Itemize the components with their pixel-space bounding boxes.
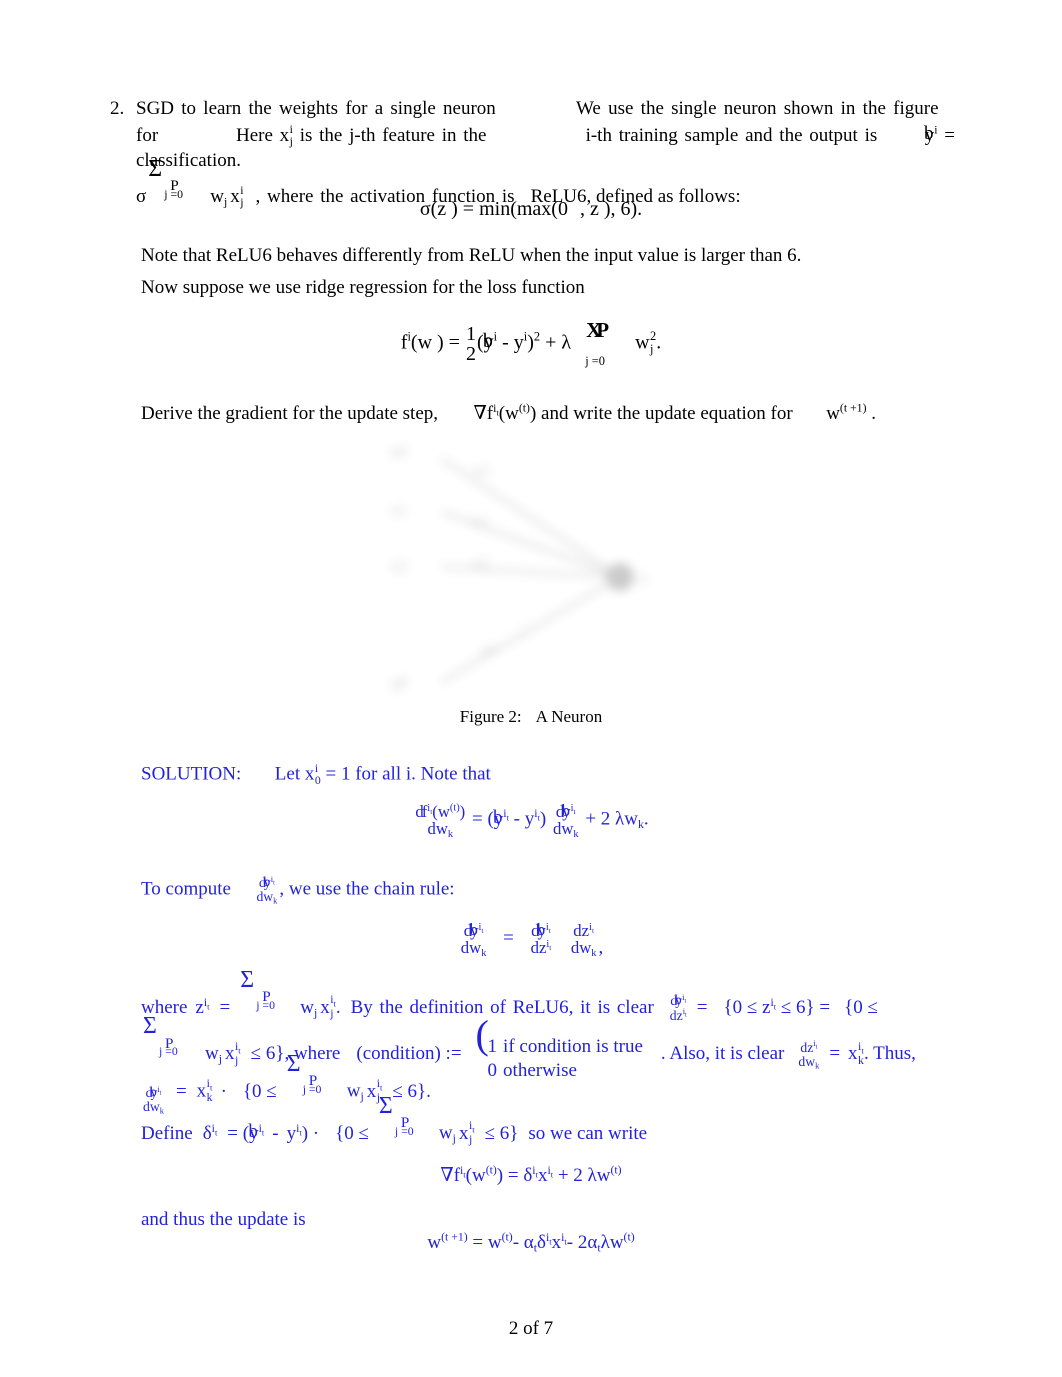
df-dwk-fraction: dfit(w(t)) dwk bbox=[415, 802, 466, 841]
derive-instruction: Derive the gradient for the update step,… bbox=[141, 401, 876, 424]
piecewise-cases: ( 1 if condition is true 0 otherwise bbox=[476, 1015, 649, 1084]
sum-operator-loss: XP j =0 bbox=[585, 318, 609, 368]
case-row-1: 1 if condition is true bbox=[487, 1036, 643, 1057]
equation-chain-rule: dy b it dwk = dy b it dzit dzit dwk , bbox=[460, 919, 604, 960]
one-half-fraction: 1 2 bbox=[465, 322, 476, 365]
sum-operator-z: Σ P j =0 bbox=[240, 967, 275, 1013]
figure-caption-text: A Neuron bbox=[535, 707, 603, 726]
dyhat-dz-fraction: dy b it dzit bbox=[530, 919, 552, 958]
problem-line-2: for classification. Here xij is the j-th… bbox=[136, 123, 955, 171]
equation-sigma-definition: σ(z ) = min(max(0, z ), 6). bbox=[419, 198, 643, 220]
figure-caption-label: Figure 2: bbox=[459, 707, 522, 726]
dyhat-dwk-fraction-eq1: dy b it dwk bbox=[552, 800, 579, 841]
x-sub-sup-1: ij bbox=[289, 123, 293, 149]
y-hat-output: yb bbox=[924, 123, 935, 146]
equation-update-final: w(t +1) = w(t)- αtδitxit- 2αtλw(t) bbox=[427, 1230, 635, 1255]
page-footer: 2 of 7 bbox=[508, 1318, 554, 1339]
dyhat-dwk-fraction-eq3: dy b it dwk bbox=[143, 1083, 164, 1116]
svg-text:y: y bbox=[640, 568, 649, 587]
y-hat-delta: yb bbox=[248, 1121, 259, 1144]
sum-operator-delta: Σ P j =0 bbox=[378, 1093, 414, 1139]
now-suppose: Now suppose we use ridge regression for … bbox=[141, 277, 585, 298]
problem-statement: 2. SGD to learn the weights for a single… bbox=[110, 96, 955, 209]
problem-line1-left: SGD to learn the weights for a single ne… bbox=[136, 98, 496, 119]
problem-line-1: 2. SGD to learn the weights for a single… bbox=[110, 96, 955, 121]
svg-text:xP: xP bbox=[390, 674, 408, 693]
sum-operator-eq3: Σ P j =0 bbox=[286, 1051, 322, 1097]
svg-text:x0: x0 bbox=[390, 442, 407, 461]
svg-text:.: . bbox=[520, 617, 526, 642]
note-relu6: Note that ReLU6 behaves differently from… bbox=[141, 245, 802, 266]
figure-neuron-diagram: x0 x1 x2 xP w0 w1 w2 wP . . y bbox=[372, 437, 692, 707]
y-hat-eq1: yb bbox=[493, 807, 504, 830]
equation-dyhat-result: dy b it dwk = x it k · {0 ≤ Σ P j =0 wj x it j … bbox=[143, 1051, 431, 1116]
brace-glyph: ( bbox=[475, 1012, 489, 1057]
paragraph-relu6-derivation: where zit = Σ P j =0 wj x it j. By the defi… bbox=[141, 967, 991, 1084]
to-compute-line: To compute dy b it dwk , we use the chain … bbox=[141, 873, 455, 906]
equation-gradient-final: ∇fit(w(t)) = δitxit + 2 λw(t) bbox=[440, 1163, 622, 1186]
svg-text:x2: x2 bbox=[390, 556, 407, 575]
problem-line1-right: We use the single neuron shown in the fi… bbox=[576, 98, 939, 119]
svg-text:wP: wP bbox=[480, 644, 498, 659]
define-delta-line: Define δit = ( y b it - yit ) · {0 ≤ Σ P j… bbox=[141, 1093, 648, 1147]
document-page: 2. SGD to learn the weights for a single… bbox=[0, 0, 1062, 1377]
dyhat-dwk-fraction-eq2: dy b it dwk bbox=[460, 919, 487, 960]
dz-dwk-fraction: dzit dwk bbox=[570, 921, 597, 960]
and-thus-line: and thus the update is bbox=[141, 1209, 306, 1230]
dyhat-dwk-inline-fraction: dy b it dwk bbox=[256, 873, 278, 906]
neuron-diagram-svg: x0 x1 x2 xP w0 w1 w2 wP . . y bbox=[390, 442, 649, 693]
figure-caption: Figure 2: A Neuron bbox=[0, 707, 1062, 727]
svg-text:x1: x1 bbox=[390, 500, 407, 519]
solution-heading: SOLUTION: bbox=[141, 763, 242, 785]
solution-intro: SOLUTION: Let xi0 = 1 for all i. Note th… bbox=[141, 762, 491, 788]
y-hat-loss: yb bbox=[482, 329, 494, 354]
dyhat-dz-inline-fraction: dy b it dzit bbox=[669, 992, 687, 1023]
problem-number: 2. bbox=[110, 98, 125, 119]
equation-derivative-1: dfit(w(t)) dwk = (y b it - yit) dy b it dwk … bbox=[415, 800, 649, 841]
derivation-line-b: Σ P j =0 wj x it j ≤ 6}, where (condition) … bbox=[141, 1013, 991, 1084]
dz-dwk-inline-fraction: dzit dwk bbox=[798, 1038, 820, 1071]
here-x: Here x bbox=[236, 125, 290, 146]
derivation-line-a: where zit = Σ P j =0 wj x it j. By the defi… bbox=[141, 967, 878, 1023]
sum-operator-indicator: Σ P j =0 bbox=[143, 1013, 178, 1059]
x-0-sub-sup: i0 bbox=[314, 762, 321, 788]
svg-text:w2: w2 bbox=[472, 556, 489, 571]
equation-loss-function: fi(w ) = 1 2 (y b i - yi)2 + λ XP j =0 w2j… bbox=[400, 318, 662, 368]
svg-text:w0: w0 bbox=[472, 464, 489, 479]
svg-text:w1: w1 bbox=[472, 514, 489, 529]
